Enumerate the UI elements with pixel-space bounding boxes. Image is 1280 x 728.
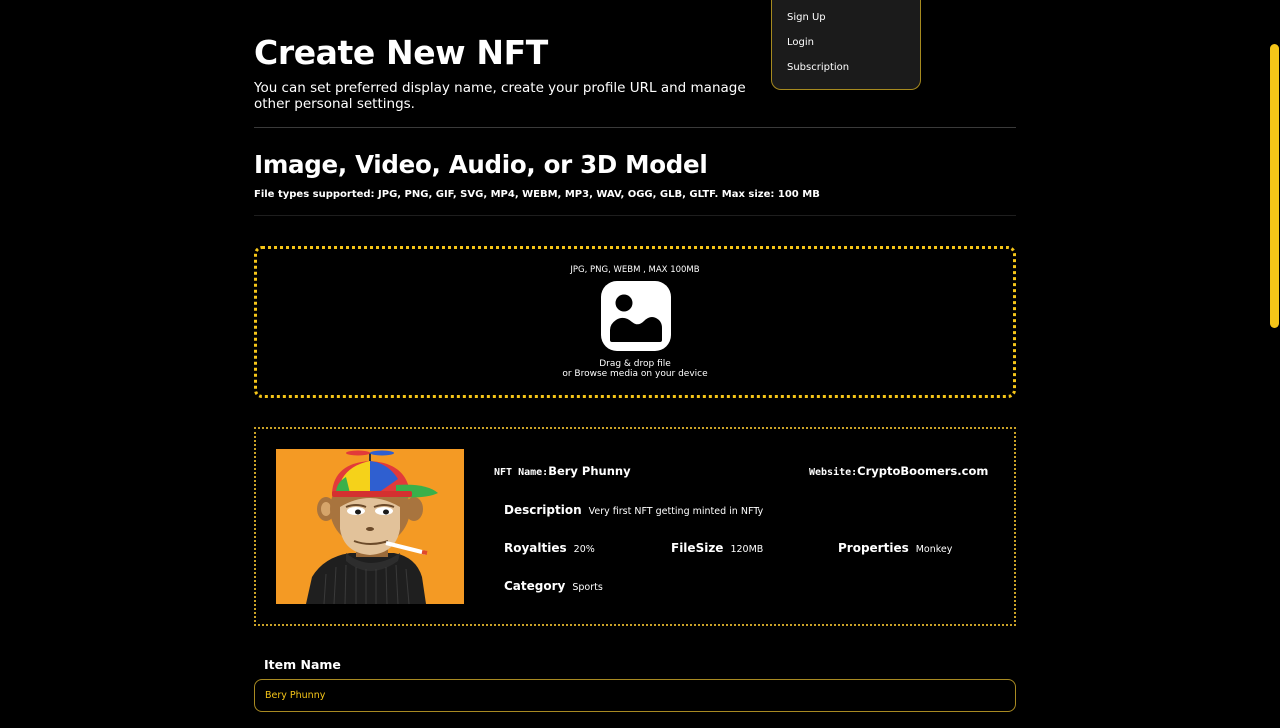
dropzone-formats: JPG, PNG, WEBM , MAX 100MB bbox=[570, 265, 700, 275]
file-dropzone[interactable]: JPG, PNG, WEBM , MAX 100MB Drag & drop f… bbox=[254, 246, 1016, 398]
scrollbar-track[interactable] bbox=[1268, 0, 1280, 728]
properties-value: Monkey bbox=[915, 544, 953, 555]
menu-item-login[interactable]: Login bbox=[787, 37, 814, 48]
filesize-label: FileSize bbox=[671, 541, 724, 555]
page-title: Create New NFT bbox=[254, 33, 548, 72]
dropzone-drag-text: Drag & drop file bbox=[599, 359, 671, 369]
description-value: Very first NFT getting minted in NFTy bbox=[588, 506, 764, 517]
nft-preview-card: NFT Name:Bery Phunny Website:CryptoBoome… bbox=[254, 427, 1016, 626]
page: Sign Up Login Subscription Create New NF… bbox=[0, 0, 1280, 728]
header-divider bbox=[254, 127, 1016, 128]
upload-section-title: Image, Video, Audio, or 3D Model bbox=[254, 150, 708, 179]
item-name-input[interactable] bbox=[254, 679, 1016, 712]
royalties-label: Royalties bbox=[504, 541, 567, 555]
dropzone-browse-text[interactable]: or Browse media on your device bbox=[257, 369, 1013, 379]
ape-illustration bbox=[276, 449, 464, 604]
category-value: Sports bbox=[572, 582, 603, 593]
properties-label: Properties bbox=[838, 541, 909, 555]
nft-name-value: Bery Phunny bbox=[548, 464, 631, 478]
section-divider bbox=[254, 215, 1016, 216]
royalties-value: 20% bbox=[573, 544, 595, 555]
filesize-value: 120MB bbox=[730, 544, 764, 555]
item-name-label: Item Name bbox=[264, 657, 341, 672]
category-field: Category Sports bbox=[504, 579, 603, 593]
menu-item-subscription[interactable]: Subscription bbox=[787, 62, 849, 73]
description-field: Description Very first NFT getting minted… bbox=[504, 503, 763, 517]
nft-name-label: NFT Name: bbox=[494, 467, 549, 478]
file-types-note: File types supported: JPG, PNG, GIF, SVG… bbox=[254, 189, 820, 200]
description-label: Description bbox=[504, 503, 582, 517]
website-field: Website:CryptoBoomers.com bbox=[809, 464, 988, 478]
website-value[interactable]: CryptoBoomers.com bbox=[857, 464, 988, 478]
website-label: Website: bbox=[809, 467, 858, 478]
menu-item-sign-up[interactable]: Sign Up bbox=[787, 12, 826, 23]
nft-name-field: NFT Name:Bery Phunny bbox=[494, 464, 631, 478]
page-subtitle: You can set preferred display name, crea… bbox=[254, 80, 746, 112]
filesize-field: FileSize 120MB bbox=[671, 541, 763, 555]
nft-image bbox=[276, 449, 464, 604]
scrollbar-thumb[interactable] bbox=[1270, 44, 1279, 328]
properties-field: Properties Monkey bbox=[838, 541, 952, 555]
nav-dropdown-menu: Sign Up Login Subscription bbox=[771, 0, 921, 90]
royalties-field: Royalties 20% bbox=[504, 541, 595, 555]
image-icon bbox=[601, 281, 671, 351]
category-label: Category bbox=[504, 579, 566, 593]
